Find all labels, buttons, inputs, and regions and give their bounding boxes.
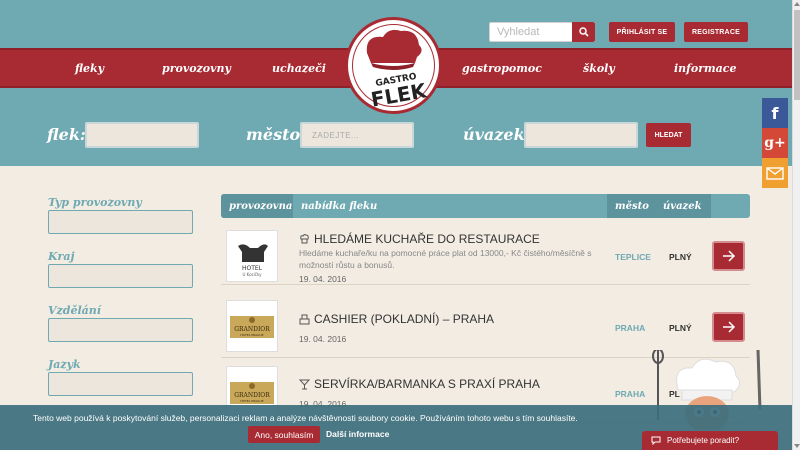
employer-logo-name: GRANDIOR — [234, 392, 270, 399]
offer-date: 19. 04. 2016 — [299, 334, 347, 344]
help-chat-button[interactable]: Potřebujete poradit? — [642, 431, 778, 450]
chef-icon — [300, 233, 309, 243]
nav-item-fleky[interactable]: fleky — [75, 62, 104, 75]
email-share-button[interactable] — [762, 158, 788, 188]
help-chat-label: Potřebujete poradit? — [667, 436, 740, 445]
nav-item-gastropomoc[interactable]: gastropomoc — [462, 62, 542, 75]
arrow-right-icon — [722, 250, 735, 262]
offer-type: PLNÝ — [669, 252, 692, 262]
gastroflek-logo[interactable]: GASTRO FLEK — [345, 17, 442, 114]
typ-provozovny-label: Typ provozovny — [48, 196, 142, 209]
th-nabidka: nabídka fleku — [301, 200, 378, 212]
offer-city: TEPLICE — [615, 252, 651, 262]
table-header: provozovna nabídka fleku město úvazek — [221, 194, 750, 218]
uvazek-input[interactable] — [524, 122, 638, 148]
cashier-icon — [299, 314, 310, 324]
offer-title[interactable]: CASHIER (POKLADNÍ) – PRAHA — [299, 312, 494, 326]
offer-title-text: HLEDÁME KUCHAŘE DO RESTAURACE — [314, 232, 540, 246]
nav-item-provozovny[interactable]: provozovny — [162, 62, 231, 75]
nav-item-uchazeci[interactable]: uchazeči — [272, 62, 326, 75]
employer-logo-sub: HOTEL PRAGUE — [240, 333, 263, 337]
offer-city: PRAHA — [615, 323, 646, 333]
search-submit-button[interactable]: HLEDAT — [646, 123, 691, 147]
kraj-input[interactable] — [48, 264, 193, 288]
nav-item-skoly[interactable]: školy — [583, 62, 615, 75]
scrollbar-thumb[interactable] — [794, 10, 800, 100]
th-provozovna: provozovna — [221, 194, 293, 218]
typ-provozovny-input[interactable] — [48, 210, 193, 234]
google-plus-share-button[interactable]: g+ — [762, 128, 788, 158]
scroll-up-arrow-icon[interactable] — [794, 2, 800, 6]
page-scrollbar[interactable] — [792, 0, 800, 450]
vzdelani-input[interactable] — [48, 318, 193, 342]
search-icon — [578, 27, 589, 37]
mesto-label: město: — [246, 125, 307, 144]
nav-item-informace[interactable]: informace — [674, 62, 737, 75]
login-button[interactable]: PŘIHLÁSIT SE — [609, 22, 675, 42]
th-mesto: město — [607, 194, 655, 218]
employer-logo-sub: U Kozičky — [242, 272, 262, 277]
table-row[interactable]: HOTEL U Kozičky HLEDÁME KUCHAŘE DO RESTA… — [221, 221, 750, 285]
kraj-label: Kraj — [48, 250, 75, 263]
facebook-share-button[interactable]: f — [762, 98, 788, 128]
envelope-icon — [766, 166, 784, 180]
search-button[interactable] — [572, 22, 595, 42]
offer-title[interactable]: SERVÍRKA/BARMANKA S PRAXÍ PRAHA — [299, 377, 540, 391]
arrow-right-icon — [722, 321, 735, 333]
mesto-input[interactable] — [300, 122, 414, 148]
flek-input[interactable] — [85, 122, 199, 148]
scroll-down-arrow-icon[interactable] — [794, 444, 800, 448]
offer-city: PRAHA — [615, 389, 646, 399]
jazyk-label: Jazyk — [48, 358, 81, 371]
offer-detail-button[interactable] — [712, 241, 745, 271]
offer-detail-button[interactable] — [712, 312, 745, 342]
vzdelani-label: Vzdělání — [48, 304, 101, 317]
offer-date: 19. 04. 2016 — [299, 274, 347, 284]
employer-logo-name: GRANDIOR — [234, 326, 270, 333]
uvazek-label: úvazek: — [463, 125, 531, 144]
offer-type: PLNÝ — [669, 323, 692, 333]
employer-logo: GRANDIOR HOTEL PRAGUE — [226, 300, 278, 352]
register-button[interactable]: REGISTRACE — [684, 22, 748, 42]
employer-logo: HOTEL U Kozičky — [226, 230, 278, 282]
offer-title-text: CASHIER (POKLADNÍ) – PRAHA — [314, 312, 495, 326]
chat-bubble-icon — [651, 436, 661, 445]
cookie-more-link[interactable]: Další informace — [326, 429, 389, 439]
offer-description: Hledáme kuchaře/ku na pomocné práce plat… — [299, 248, 592, 270]
employer-logo-name: HOTEL — [242, 265, 263, 272]
cocktail-icon — [299, 379, 310, 389]
cookie-accept-button[interactable]: Ano, souhlasím — [248, 426, 320, 443]
employer-logo-sub: HOTEL PRAGUE — [240, 399, 263, 403]
offer-title-text: SERVÍRKA/BARMANKA S PRAXÍ PRAHA — [314, 377, 540, 391]
table-row[interactable]: GRANDIOR HOTEL PRAGUE CASHIER (POKLADNÍ)… — [221, 294, 750, 358]
flek-label: flek: — [47, 125, 86, 144]
th-uvazek: úvazek — [655, 194, 711, 218]
jazyk-input[interactable] — [48, 372, 193, 396]
google-plus-icon: g+ — [764, 135, 786, 151]
offer-title[interactable]: HLEDÁME KUCHAŘE DO RESTAURACE — [299, 232, 540, 246]
cookie-text: Tento web používá k poskytování služeb, … — [33, 413, 578, 423]
facebook-icon: f — [771, 103, 779, 123]
